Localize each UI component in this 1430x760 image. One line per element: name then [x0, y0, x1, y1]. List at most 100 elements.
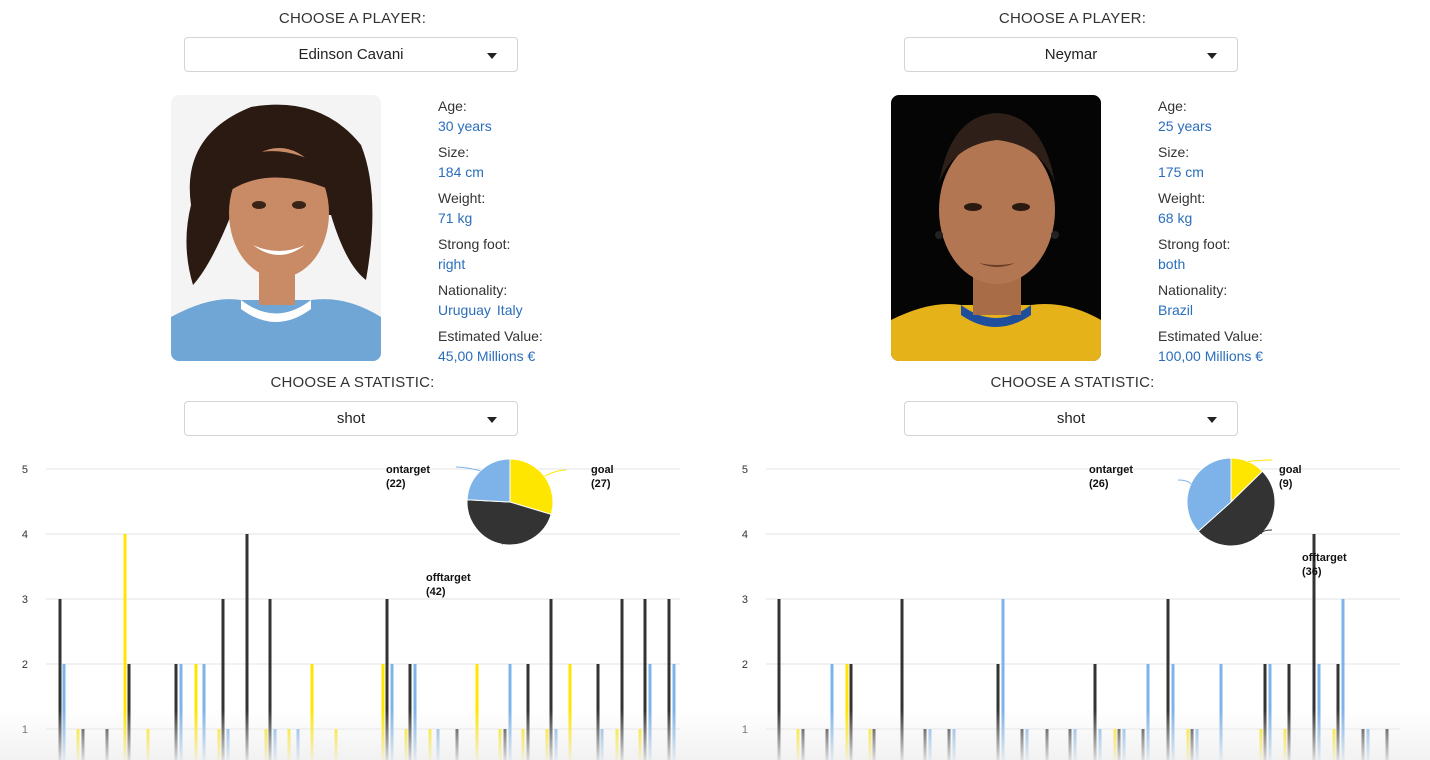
- bar-ontarget: [1171, 664, 1175, 760]
- bar-ontarget: [648, 664, 652, 760]
- bar-goal: [1113, 729, 1117, 760]
- statistic-select[interactable]: shot: [904, 401, 1238, 436]
- choose-statistic-label: CHOOSE A STATISTIC:: [990, 374, 1155, 391]
- bar-goal: [568, 664, 572, 760]
- bar-goal: [194, 664, 198, 760]
- bar-offtarget: [777, 599, 781, 760]
- bar-goal: [310, 664, 314, 760]
- pie-slice-ontarget: [466, 458, 511, 503]
- bar-offtarget: [385, 599, 389, 760]
- pie-label-name: goal: [591, 464, 614, 476]
- bar-goal: [146, 729, 150, 760]
- stat-size: Size: 175 cm: [1158, 144, 1204, 180]
- bar-goal: [1259, 729, 1263, 760]
- stat-nationality: Nationality: Uruguay Italy: [438, 282, 523, 318]
- bar-offtarget: [549, 599, 553, 760]
- stat-age: Age: 25 years: [1158, 98, 1212, 134]
- nationality-link[interactable]: Uruguay: [438, 302, 491, 318]
- pie-label-name: goal: [1279, 464, 1302, 476]
- player-photo: [891, 95, 1101, 361]
- pie-connector: [1177, 479, 1192, 485]
- bar-goal: [123, 534, 127, 760]
- bar-offtarget: [849, 664, 853, 760]
- bar-goal: [1186, 729, 1190, 760]
- player-panel-left: CHOOSE A PLAYER: Edinson Cavani Age: 30 y…: [0, 0, 715, 760]
- bar-offtarget: [1287, 664, 1291, 760]
- pie-connector: [1248, 459, 1273, 462]
- pie-label-value: (27): [591, 478, 611, 490]
- bar-goal: [1283, 729, 1287, 760]
- bar-ontarget: [1366, 729, 1370, 760]
- bar-goal: [521, 729, 525, 760]
- bar-ontarget: [508, 664, 512, 760]
- bar-ontarget: [62, 664, 66, 760]
- y-tick-label: 5: [742, 464, 748, 476]
- choose-player-label: CHOOSE A PLAYER:: [278, 10, 427, 27]
- y-tick-label: 2: [742, 659, 748, 671]
- bar-ontarget: [1195, 729, 1199, 760]
- nationality-link[interactable]: Brazil: [1158, 302, 1193, 318]
- bar-offtarget: [174, 664, 178, 760]
- statistic-select-value: shot: [336, 410, 366, 427]
- bar-ontarget: [830, 664, 834, 760]
- pie-label-value: (22): [386, 478, 406, 490]
- pie-connector: [544, 469, 567, 477]
- bar-ontarget: [436, 729, 440, 760]
- bar-offtarget: [900, 599, 904, 760]
- bar-offtarget: [996, 664, 1000, 760]
- bar-ontarget: [1098, 729, 1102, 760]
- bar-offtarget: [1385, 729, 1389, 760]
- bar-ontarget: [952, 729, 956, 760]
- bar-goal: [545, 729, 549, 760]
- bar-ontarget: [554, 729, 558, 760]
- bar-goal: [475, 664, 479, 760]
- pie-label-value: (36): [1302, 566, 1322, 578]
- player-select[interactable]: Edinson Cavani: [184, 37, 518, 72]
- player-panel-right: CHOOSE A PLAYER: Neymar Age: 25 years Siz…: [720, 0, 1430, 760]
- pie-label-name: ontarget: [1089, 464, 1133, 476]
- player-select[interactable]: Neymar: [904, 37, 1238, 72]
- bar-ontarget: [600, 729, 604, 760]
- bar-goal: [498, 729, 502, 760]
- statistic-select[interactable]: shot: [184, 401, 518, 436]
- bar-offtarget: [268, 599, 272, 760]
- pie-label-value: (9): [1279, 478, 1293, 490]
- bar-ontarget: [226, 729, 230, 760]
- bar-offtarget: [1045, 729, 1049, 760]
- bar-offtarget: [1117, 729, 1121, 760]
- bar-ontarget: [413, 664, 417, 760]
- bar-offtarget: [620, 599, 624, 760]
- stat-size: Size: 184 cm: [438, 144, 484, 180]
- bar-offtarget: [947, 729, 951, 760]
- shot-chart: 1 2 3 4 5 goal (27) offtarget (42) ontarget (22): [22, 458, 680, 760]
- bar-ontarget: [672, 664, 676, 760]
- bar-offtarget: [1361, 729, 1365, 760]
- bar-ontarget: [179, 664, 183, 760]
- shot-chart: 1 2 3 4 5 goal (9) offtarget (36) ontarget (26): [742, 457, 1400, 760]
- y-tick-label: 4: [742, 529, 748, 541]
- bar-ontarget: [1073, 729, 1077, 760]
- bar-goal: [615, 729, 619, 760]
- bar-ontarget: [1146, 664, 1150, 760]
- nationality-link[interactable]: Italy: [497, 302, 523, 318]
- player-stats: Age: 30 years Size: 184 cm Weight: 71 kg St…: [438, 96, 698, 372]
- bar-offtarget: [643, 599, 647, 760]
- player-select-value: Neymar: [1044, 46, 1098, 63]
- player-portrait-image: [891, 95, 1101, 361]
- stat-strong-foot: Strong foot: right: [438, 236, 511, 272]
- pie-label-name: offtarget: [1302, 552, 1347, 564]
- bar-goal: [264, 729, 268, 760]
- caret-down-icon: [487, 53, 497, 59]
- bar-ontarget: [202, 664, 206, 760]
- bar-goal: [845, 664, 849, 760]
- bar-offtarget: [596, 664, 600, 760]
- bar-offtarget: [127, 664, 131, 760]
- pie-label-name: ontarget: [386, 464, 430, 476]
- bar-ontarget: [390, 664, 394, 760]
- choose-player-label: CHOOSE A PLAYER:: [998, 10, 1147, 27]
- pie-label-value: (42): [426, 586, 446, 598]
- bar-goal: [217, 729, 221, 760]
- bar-goal: [868, 729, 872, 760]
- bar-offtarget: [923, 729, 927, 760]
- y-tick-label: 1: [22, 724, 28, 736]
